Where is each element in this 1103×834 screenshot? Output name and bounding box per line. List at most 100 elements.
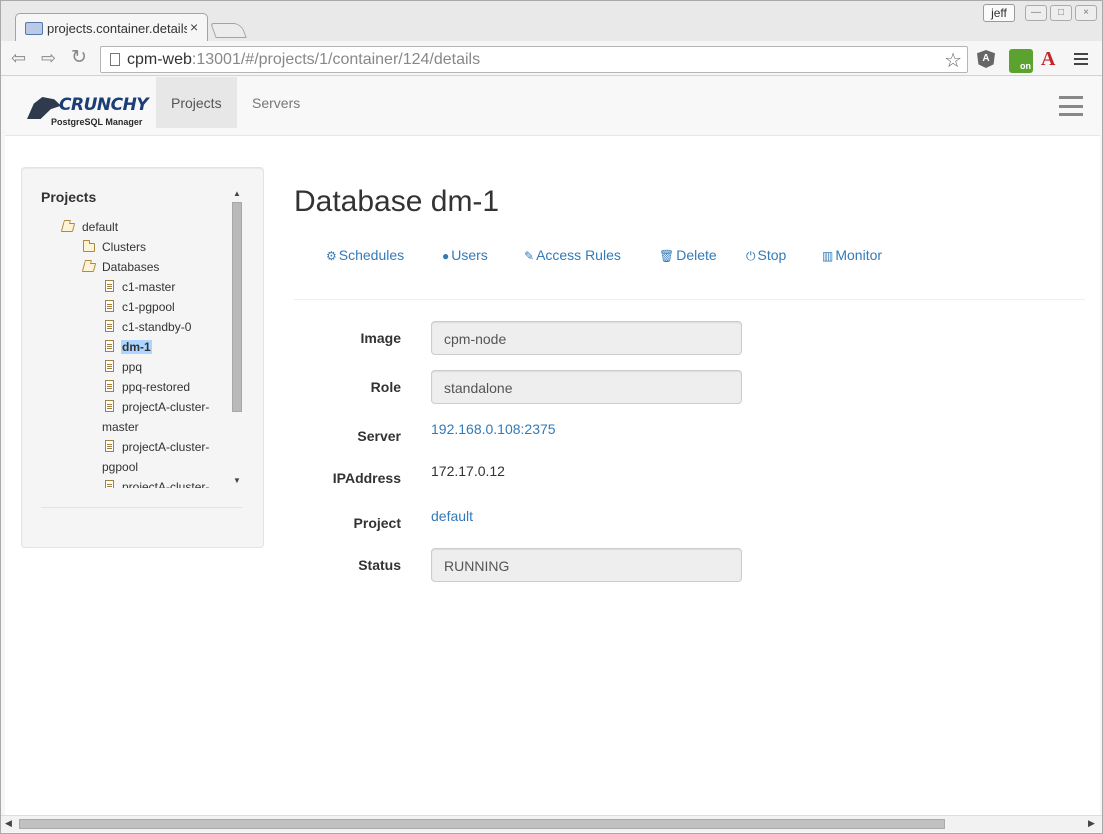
url-path: :13001/#/projects/1/container/124/detail… — [191, 51, 481, 68]
back-arrow-icon[interactable]: ⇦ — [11, 49, 26, 67]
tree-item-c1-pgpool[interactable]: c1-pgpool — [105, 297, 175, 317]
profile-user-badge[interactable]: jeff — [983, 4, 1015, 22]
project-label: Project — [353, 515, 401, 531]
tree-item-label: c1-master — [122, 280, 176, 294]
stop-label: Stop — [757, 247, 787, 263]
project-tree: default Clusters Databases c1-master c1-… — [22, 208, 232, 488]
users-link[interactable]: ● Users — [442, 247, 488, 263]
user-icon: ● — [442, 249, 450, 263]
tree-item-label-wrap[interactable]: pgpool — [102, 457, 138, 477]
tree-item-projecta-cluster-master[interactable]: projectA-cluster- — [105, 397, 209, 417]
tree-item-clusters[interactable]: Clusters — [82, 237, 146, 257]
tree-item-projecta-cluster-pgpool[interactable]: projectA-cluster- — [105, 437, 209, 457]
file-icon — [105, 340, 114, 352]
tree-item-label: c1-standby-0 — [122, 320, 192, 334]
logo-subtitle: PostgreSQL Manager — [51, 117, 143, 127]
logo-mark-icon — [27, 97, 61, 119]
toggle-on-extension-icon[interactable]: on — [1009, 49, 1033, 73]
tree-item-label: projectA-cluster- — [122, 400, 210, 414]
schedules-label: Schedules — [338, 247, 405, 263]
address-bar[interactable]: cpm-web:13001/#/projects/1/container/124… — [100, 46, 968, 73]
tree-item-label: default — [82, 220, 119, 234]
page-title: Database dm-1 — [294, 185, 500, 218]
minimize-button[interactable]: — — [1025, 5, 1047, 21]
browser-tab[interactable]: projects.container.details × — [15, 13, 208, 42]
ipaddress-value: 172.17.0.12 — [431, 463, 505, 479]
tree-item-ppq[interactable]: ppq — [105, 357, 142, 377]
page-icon — [110, 53, 120, 66]
tree-item-ppq-restored[interactable]: ppq-restored — [105, 377, 190, 397]
role-label: Role — [370, 379, 401, 395]
reload-icon[interactable]: ↻ — [71, 48, 87, 67]
access-rules-link[interactable]: ✎ Access Rules — [524, 247, 621, 263]
access-rules-label: Access Rules — [536, 247, 621, 263]
window-close-button[interactable]: × — [1075, 5, 1097, 21]
scroll-down-arrow-icon[interactable]: ▼ — [233, 476, 241, 485]
tree-item-dm-1[interactable]: dm-1 — [105, 337, 152, 357]
trash-icon: 🗑 — [659, 249, 675, 263]
scroll-up-arrow-icon[interactable]: ▲ — [233, 189, 241, 198]
tree-item-label: Clusters — [102, 240, 147, 254]
tree-item-projecta-cluster-partial[interactable]: projectA-cluster- — [105, 477, 209, 488]
role-field: standalone — [431, 370, 742, 404]
file-icon — [105, 280, 114, 292]
forward-arrow-icon[interactable]: ⇨ — [41, 49, 56, 67]
folder-icon — [83, 240, 95, 252]
cogs-icon: ⚙ — [326, 249, 337, 263]
schedules-link[interactable]: ⚙ Schedules — [326, 247, 404, 263]
tree-scrollbar[interactable]: ▲ ▼ — [230, 189, 244, 487]
file-icon — [105, 300, 114, 312]
tree-item-label-wrap[interactable]: master — [102, 417, 139, 437]
horizontal-scrollbar[interactable]: ◀ ▶ — [1, 815, 1102, 832]
server-link[interactable]: 192.168.0.108:2375 — [431, 421, 556, 437]
bookmark-star-icon[interactable]: ☆ — [944, 48, 962, 73]
edit-icon: ✎ — [524, 249, 535, 263]
sidebar-divider — [41, 507, 242, 508]
delete-label: Delete — [676, 247, 717, 263]
tree-item-default[interactable]: default — [60, 217, 119, 237]
file-icon — [105, 380, 114, 392]
status-label: Status — [358, 557, 401, 573]
file-icon — [105, 440, 114, 452]
url-host: cpm-web — [127, 51, 192, 68]
status-field: RUNNING — [431, 548, 742, 582]
monitor-link[interactable]: ▥ Monitor — [822, 247, 882, 263]
file-icon — [105, 360, 114, 372]
projects-sidebar: Projects default Clusters Databases c1-m… — [21, 167, 264, 548]
url-text: cpm-web:13001/#/projects/1/container/124… — [127, 51, 480, 69]
project-link[interactable]: default — [431, 508, 473, 524]
crunchy-logo[interactable]: CRUNCHY PostgreSQL Manager — [25, 95, 149, 131]
tree-item-c1-standby-0[interactable]: c1-standby-0 — [105, 317, 191, 337]
horizontal-scrollbar-thumb[interactable] — [19, 819, 945, 829]
stop-link[interactable]: ⏻ Stop — [746, 247, 786, 264]
maximize-button[interactable]: □ — [1050, 5, 1072, 21]
tree-item-label: Databases — [102, 260, 160, 274]
nav-projects[interactable]: Projects — [156, 77, 237, 128]
tree-item-label: projectA-cluster- — [122, 440, 210, 454]
tab-close-button[interactable]: × — [190, 19, 198, 35]
angular-extension-icon[interactable]: A — [977, 50, 995, 68]
app-menu-icon[interactable] — [1059, 96, 1083, 116]
logo-text: CRUNCHY — [59, 95, 149, 115]
delete-link[interactable]: 🗑 Delete — [659, 247, 717, 263]
file-icon — [105, 480, 114, 488]
scroll-left-arrow-icon[interactable]: ◀ — [5, 818, 12, 829]
tree-item-label: c1-pgpool — [122, 300, 175, 314]
app-navbar: CRUNCHY PostgreSQL Manager Projects Serv… — [5, 77, 1100, 136]
scroll-right-arrow-icon[interactable]: ▶ — [1088, 818, 1095, 829]
tree-item-databases[interactable]: Databases — [81, 257, 160, 277]
tab-title: projects.container.details — [47, 21, 187, 36]
section-divider — [294, 299, 1085, 300]
tree-scrollbar-thumb[interactable] — [232, 202, 242, 412]
new-tab-button[interactable] — [210, 23, 247, 38]
tree-item-label: projectA-cluster- — [122, 480, 210, 488]
chrome-menu-icon[interactable] — [1074, 53, 1088, 65]
image-label: Image — [360, 330, 401, 346]
tree-item-c1-master[interactable]: c1-master — [105, 277, 175, 297]
image-field: cpm-node — [431, 321, 742, 355]
nav-servers[interactable]: Servers — [237, 77, 315, 128]
browser-toolbar: ⇦ ⇨ ↻ cpm-web:13001/#/projects/1/contain… — [1, 41, 1102, 76]
monitor-label: Monitor — [835, 247, 883, 263]
power-icon: ⏻ — [746, 249, 756, 263]
acrobat-extension-icon[interactable]: A — [1041, 49, 1059, 69]
